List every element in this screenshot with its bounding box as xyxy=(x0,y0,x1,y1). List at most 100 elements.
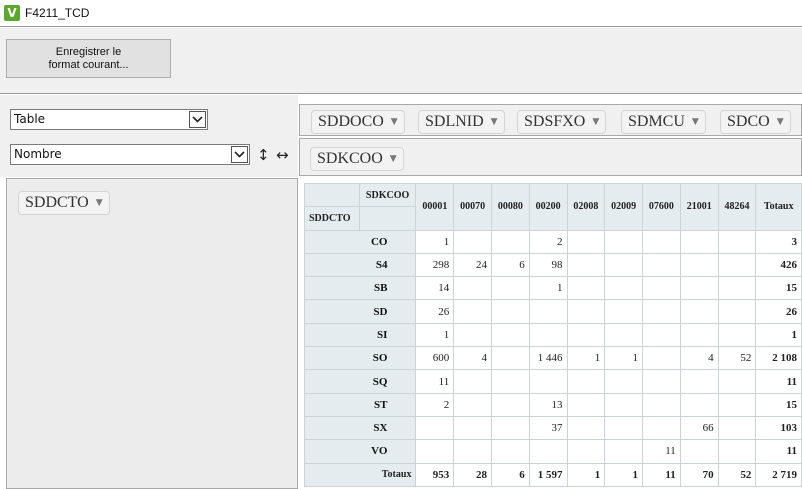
table-cell[interactable] xyxy=(717,439,757,464)
table-cell[interactable]: 66 xyxy=(679,415,719,441)
table-cell[interactable] xyxy=(679,369,719,394)
save-format-button[interactable]: Enregistrer le format courant... xyxy=(6,39,171,78)
row-total-cell[interactable]: 26 xyxy=(755,299,802,324)
table-cell[interactable] xyxy=(642,299,681,324)
table-cell[interactable] xyxy=(642,369,681,394)
row-header[interactable]: SQ xyxy=(303,369,417,394)
col-total-cell[interactable]: 28 xyxy=(453,462,492,487)
row-header[interactable]: SX xyxy=(303,415,417,441)
table-cell[interactable] xyxy=(604,415,644,441)
table-cell[interactable] xyxy=(642,229,681,254)
totals-col-header[interactable]: Totaux xyxy=(755,183,802,231)
table-cell[interactable] xyxy=(453,322,492,348)
table-cell[interactable]: 2 xyxy=(415,392,455,417)
col-total-cell[interactable]: 52 xyxy=(717,462,757,487)
col-total-cell[interactable]: 1 xyxy=(566,462,606,487)
col-header[interactable]: 00200 xyxy=(528,183,568,231)
table-cell[interactable] xyxy=(717,276,757,301)
row-header[interactable]: SO xyxy=(303,346,417,371)
row-header[interactable]: SB xyxy=(303,276,417,301)
table-cell[interactable]: 298 xyxy=(415,252,455,278)
col-total-cell[interactable]: 11 xyxy=(642,462,681,487)
table-cell[interactable] xyxy=(528,439,568,464)
table-cell[interactable] xyxy=(604,439,644,464)
attribute-chip-sddcto[interactable]: SDDCTO ▼ xyxy=(18,191,110,215)
table-cell[interactable] xyxy=(604,369,644,394)
table-cell[interactable]: 26 xyxy=(415,299,455,324)
table-cell[interactable]: 4 xyxy=(679,346,719,371)
table-cell[interactable]: 1 xyxy=(604,346,644,371)
table-cell[interactable] xyxy=(566,392,606,417)
row-header[interactable]: ST xyxy=(303,392,417,417)
attribute-chip-sddoco[interactable]: SDDOCO ▼ xyxy=(311,110,405,134)
row-header[interactable]: SD xyxy=(303,299,417,324)
row-total-cell[interactable]: 3 xyxy=(755,229,802,254)
table-cell[interactable] xyxy=(490,369,530,394)
table-cell[interactable] xyxy=(679,299,719,324)
table-cell[interactable]: 1 xyxy=(415,229,455,254)
table-cell[interactable] xyxy=(679,276,719,301)
table-cell[interactable] xyxy=(566,369,606,394)
col-total-cell[interactable]: 6 xyxy=(490,462,530,487)
table-cell[interactable] xyxy=(490,392,530,417)
table-cell[interactable] xyxy=(415,415,455,441)
table-cell[interactable]: 4 xyxy=(453,346,492,371)
col-header[interactable]: 00070 xyxy=(453,183,492,231)
table-cell[interactable]: 11 xyxy=(642,439,681,464)
caret-down-icon[interactable]: ▼ xyxy=(777,117,784,127)
table-cell[interactable] xyxy=(717,322,757,348)
table-cell[interactable] xyxy=(642,276,681,301)
col-header[interactable]: 07600 xyxy=(642,183,681,231)
table-cell[interactable] xyxy=(604,392,644,417)
table-cell[interactable] xyxy=(566,276,606,301)
table-cell[interactable] xyxy=(453,392,492,417)
row-header[interactable]: S4 xyxy=(303,252,417,278)
col-header[interactable]: 00080 xyxy=(490,183,530,231)
caret-down-icon[interactable]: ▼ xyxy=(592,117,599,127)
caret-down-icon[interactable]: ▼ xyxy=(390,154,397,164)
row-order-icon[interactable]: ↕ xyxy=(257,146,270,164)
table-cell[interactable] xyxy=(604,229,644,254)
table-cell[interactable] xyxy=(566,415,606,441)
table-cell[interactable] xyxy=(490,415,530,441)
col-total-cell[interactable]: 953 xyxy=(415,462,455,487)
table-cell[interactable]: 2 xyxy=(528,229,568,254)
attribute-chip-sdsfxo[interactable]: SDSFXO ▼ xyxy=(517,110,607,134)
table-cell[interactable]: 1 xyxy=(415,322,455,348)
col-total-cell[interactable]: 1 xyxy=(604,462,644,487)
table-cell[interactable]: 11 xyxy=(415,369,455,394)
table-cell[interactable] xyxy=(566,322,606,348)
table-cell[interactable]: 52 xyxy=(717,346,757,371)
row-total-cell[interactable]: 11 xyxy=(755,369,802,394)
table-cell[interactable] xyxy=(566,252,606,278)
table-cell[interactable] xyxy=(642,392,681,417)
table-cell[interactable] xyxy=(528,322,568,348)
caret-down-icon[interactable]: ▼ xyxy=(692,117,699,127)
table-cell[interactable] xyxy=(717,229,757,254)
col-header[interactable]: 02009 xyxy=(604,183,644,231)
table-cell[interactable] xyxy=(604,252,644,278)
col-order-icon[interactable]: ↔ xyxy=(276,146,289,164)
table-cell[interactable] xyxy=(679,252,719,278)
table-cell[interactable] xyxy=(717,415,757,441)
table-cell[interactable] xyxy=(453,415,492,441)
table-cell[interactable] xyxy=(528,369,568,394)
table-cell[interactable] xyxy=(453,299,492,324)
table-cell[interactable] xyxy=(490,346,530,371)
row-total-cell[interactable]: 11 xyxy=(755,439,802,464)
row-total-cell[interactable]: 103 xyxy=(755,415,802,441)
table-cell[interactable] xyxy=(604,299,644,324)
table-cell[interactable]: 13 xyxy=(528,392,568,417)
table-cell[interactable] xyxy=(604,322,644,348)
caret-down-icon[interactable]: ▼ xyxy=(391,117,398,127)
table-cell[interactable]: 98 xyxy=(528,252,568,278)
grand-total-cell[interactable]: 2 719 xyxy=(755,462,802,487)
table-cell[interactable] xyxy=(642,322,681,348)
chevron-down-icon[interactable] xyxy=(189,111,206,128)
table-cell[interactable]: 1 446 xyxy=(528,346,568,371)
table-cell[interactable] xyxy=(453,276,492,301)
table-cell[interactable] xyxy=(679,439,719,464)
table-cell[interactable]: 600 xyxy=(415,346,455,371)
col-header[interactable]: 00001 xyxy=(415,183,455,231)
col-header[interactable]: 48264 xyxy=(717,183,757,231)
